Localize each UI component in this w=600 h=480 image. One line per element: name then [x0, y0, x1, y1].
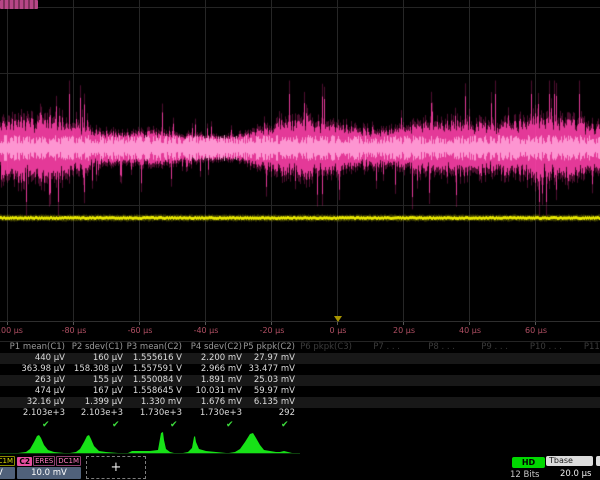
time-axis: -100 µs -80 µs -60 µs -40 µs -20 µs 0 µs 20 µs… — [0, 322, 600, 338]
c2-coupling-label: DC1M — [56, 456, 81, 466]
measurement-value: 158.308 µV — [74, 364, 123, 375]
timebase-descriptor[interactable]: Tbase 20.0 µs — [546, 456, 600, 480]
measurement-value: 59.97 mV — [254, 386, 295, 397]
tbase-label: Tbase — [546, 456, 593, 466]
measurement-header[interactable]: P1 mean(C1) — [10, 342, 65, 353]
measurement-value: 1.555616 V — [133, 353, 182, 364]
hd-bits-label: 12 Bits — [510, 470, 539, 480]
bottom-toolbar: C1 DC1M 10.0 mV C2 ERES DC1M 10.0 mV + H… — [0, 456, 600, 480]
measurement-header-unused[interactable]: P7 . . . — [373, 342, 400, 353]
measurement-value: 10.031 mV — [195, 386, 242, 397]
time-axis-label: -40 µs — [194, 326, 219, 336]
measurement-value: 33.477 mV — [248, 364, 295, 375]
measurement-value: 1.891 mV — [201, 375, 242, 386]
c2-eres-label: ERES — [33, 456, 55, 466]
time-axis-label: -80 µs — [62, 326, 87, 336]
measurement-header[interactable]: P3 mean(C2) — [127, 342, 182, 353]
measurement-value: 27.97 mV — [254, 353, 295, 364]
trigger-time-marker[interactable] — [334, 316, 342, 322]
measurement-header-unused[interactable]: P10 . . . — [530, 342, 562, 353]
measurement-header-unused[interactable]: P11 . . . — [584, 342, 600, 353]
histicon-p4 — [183, 436, 226, 453]
tbase-time-per-div: 20.0 µs — [560, 469, 591, 479]
time-axis-label: 60 µs — [525, 326, 547, 336]
histicon-p1 — [18, 435, 64, 453]
time-axis-label: -60 µs — [128, 326, 153, 336]
channel-descriptor-c1[interactable]: C1 DC1M 10.0 mV — [0, 456, 15, 480]
add-trace-button[interactable]: + — [86, 456, 146, 479]
measurement-value: 1.557591 V — [133, 364, 182, 375]
time-axis-label: -100 µs — [0, 326, 23, 336]
histicon-baseline — [0, 453, 300, 454]
table-row-stripe — [0, 353, 600, 364]
measurement-value: 2.966 mV — [201, 364, 242, 375]
measurement-value: 1.330 mV — [141, 397, 182, 408]
measurement-table: P1 mean(C1)440 µV363.98 µV263 µV474 µV32… — [0, 341, 600, 431]
tbase-offset-field — [596, 456, 600, 466]
measurement-value: 6.135 mV — [254, 397, 295, 408]
table-row-stripe — [0, 375, 600, 386]
measurement-value: 440 µV — [35, 353, 65, 364]
histicon-p2 — [70, 435, 118, 453]
measurement-value: 263 µV — [35, 375, 65, 386]
hd-mode-badge: HD — [512, 457, 545, 468]
waveform-grid[interactable] — [0, 0, 600, 322]
measurement-header-unused[interactable]: P9 . . . — [481, 342, 508, 353]
measurement-histicons — [0, 430, 600, 456]
time-axis-label: 0 µs — [330, 326, 347, 336]
trace-annotation-badge — [0, 0, 38, 9]
measurement-value: 1.399 µV — [85, 397, 123, 408]
measurement-value: 1.550084 V — [133, 375, 182, 386]
c1-volts-per-div: 10.0 mV — [0, 467, 15, 479]
measurement-value: 1.730e+3 — [200, 408, 242, 419]
oscilloscope-screen: -100 µs -80 µs -60 µs -40 µs -20 µs 0 µs 20 µs… — [0, 0, 600, 480]
channel-descriptor-c2[interactable]: C2 ERES DC1M 10.0 mV — [17, 456, 81, 480]
measurement-header[interactable]: P5 pkpk(C2) — [243, 342, 295, 353]
measurement-header[interactable]: P4 sdev(C2) — [191, 342, 242, 353]
measurement-value: 474 µV — [35, 386, 65, 397]
measurement-value: 292 — [279, 408, 295, 419]
measurement-header-unused[interactable]: P8 . . . — [428, 342, 455, 353]
c2-volts-per-div: 10.0 mV — [17, 467, 81, 479]
measurement-header-unused[interactable]: P6 pkpk(C3) — [300, 342, 352, 353]
histicon-p3 — [128, 432, 174, 453]
measurement-value: 25.03 mV — [254, 375, 295, 386]
measurement-value: 160 µV — [93, 353, 123, 364]
measurement-value: 155 µV — [93, 375, 123, 386]
c2-label: C2 — [17, 457, 32, 466]
measurement-value: 1.730e+3 — [140, 408, 182, 419]
measurement-value: 2.103e+3 — [23, 408, 65, 419]
plus-icon: + — [111, 460, 122, 475]
measurement-value: 2.103e+3 — [81, 408, 123, 419]
histicon-p5 — [229, 433, 292, 453]
c1-coupling-label: DC1M — [0, 456, 15, 466]
time-axis-label: 20 µs — [393, 326, 415, 336]
waveform-canvas — [0, 0, 600, 321]
measurement-value: 32.16 µV — [27, 397, 65, 408]
measurement-value: 363.98 µV — [21, 364, 65, 375]
time-axis-label: -20 µs — [260, 326, 285, 336]
time-axis-label: 40 µs — [459, 326, 481, 336]
measurement-value: 167 µV — [93, 386, 123, 397]
measurement-header[interactable]: P2 sdev(C1) — [72, 342, 123, 353]
measurement-value: 1.558645 V — [133, 386, 182, 397]
measurement-value: 1.676 mV — [201, 397, 242, 408]
measurement-value: 2.200 mV — [201, 353, 242, 364]
